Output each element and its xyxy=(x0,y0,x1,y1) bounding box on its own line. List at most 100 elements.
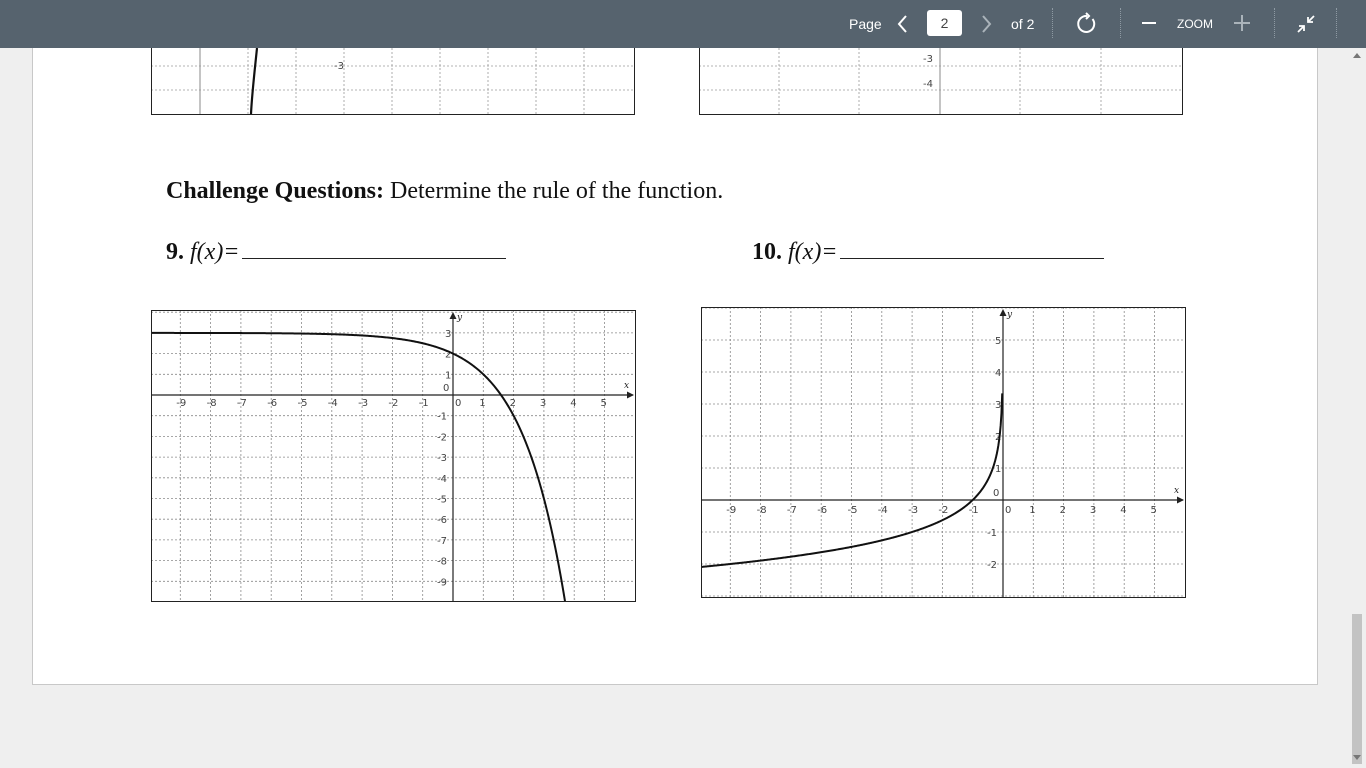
refresh-icon[interactable] xyxy=(1075,12,1099,41)
scroll-thumb[interactable] xyxy=(1352,614,1362,764)
y-tick-label: -8 xyxy=(437,557,447,568)
x-tick-label: 3 xyxy=(1090,505,1096,516)
scroll-down-icon[interactable] xyxy=(1353,755,1361,760)
question-10: 10. f(x)= xyxy=(752,236,1104,266)
y-tick-label: -3 xyxy=(334,61,344,72)
y-tick-label: 4 xyxy=(995,368,1001,379)
x-tick-label: 3 xyxy=(540,398,546,409)
y-tick-label: 3 xyxy=(445,329,451,340)
x-axis-arrow-icon xyxy=(627,391,634,399)
y-tick-label: -5 xyxy=(437,495,447,506)
x-tick-label: -4 xyxy=(328,398,338,409)
y-axis-label: y xyxy=(456,313,463,323)
y-tick-label: -9 xyxy=(437,577,447,588)
y-tick-label: 0 xyxy=(443,383,449,394)
x-tick-label: -1 xyxy=(969,505,979,516)
y-tick-label: 0 xyxy=(993,488,999,499)
heading-bold: Challenge Questions: xyxy=(166,178,385,204)
answer-blank xyxy=(241,236,506,259)
function-label: f(x)= xyxy=(190,239,240,265)
x-tick-label: 4 xyxy=(570,398,576,409)
page-count: of 2 xyxy=(1011,16,1035,32)
graph-question-9: xy-9 -8 -7 -6 -5 -4 -3 -2 -1 0 1 2 3 4 53210-1-2-3-4-5… xyxy=(151,310,636,602)
chevron-left-icon[interactable] xyxy=(895,12,911,41)
x-tick-label: -8 xyxy=(207,398,217,409)
plot-border xyxy=(151,48,635,115)
plot-border xyxy=(699,48,1183,115)
zoom-label: ZOOM xyxy=(1177,17,1213,31)
x-tick-label: -3 xyxy=(908,505,918,516)
y-tick-label: 1 xyxy=(995,464,1001,475)
x-tick-label: -1 xyxy=(419,398,429,409)
x-tick-label: 1 xyxy=(1029,505,1035,516)
challenge-heading: Challenge Questions: Determine the rule … xyxy=(166,178,723,205)
question-number: 10. xyxy=(752,239,782,265)
x-axis-label: x xyxy=(1174,486,1179,496)
x-tick-label: 2 xyxy=(1060,505,1066,516)
question-9: 9. f(x)= xyxy=(166,236,506,266)
divider xyxy=(1120,8,1121,38)
vertical-scrollbar[interactable] xyxy=(1348,48,1366,768)
y-axis-arrow-icon xyxy=(999,309,1007,316)
x-tick-label: -6 xyxy=(817,505,827,516)
divider xyxy=(1274,8,1275,38)
x-tick-label: -5 xyxy=(848,505,858,516)
page-label: Page xyxy=(849,16,882,32)
pdf-toolbar: Page of 2 ZOOM xyxy=(0,0,1366,48)
x-tick-label: 2 xyxy=(510,398,516,409)
x-tick-label: -9 xyxy=(726,505,736,516)
x-tick-label: -3 xyxy=(358,398,368,409)
x-tick-label: -5 xyxy=(298,398,308,409)
curve xyxy=(249,48,259,115)
y-tick-label: -4 xyxy=(923,79,933,90)
x-tick-label: -8 xyxy=(757,505,767,516)
y-tick-label: -7 xyxy=(437,536,447,547)
x-tick-label: 1 xyxy=(479,398,485,409)
function-curve xyxy=(151,331,567,602)
minus-icon[interactable] xyxy=(1142,22,1156,24)
y-tick-label: -1 xyxy=(437,412,447,423)
x-tick-label: -7 xyxy=(237,398,247,409)
heading-text: Determine the rule of the function. xyxy=(384,178,724,204)
x-axis-label: x xyxy=(624,381,629,391)
x-tick-label: 4 xyxy=(1120,505,1126,516)
function-label: f(x)= xyxy=(788,239,838,265)
scroll-up-icon[interactable] xyxy=(1353,53,1361,58)
y-tick-label: -4 xyxy=(437,474,447,485)
y-tick-label: 5 xyxy=(995,336,1001,347)
plot-border xyxy=(701,307,1186,598)
graph-top-right: -3 -4 xyxy=(699,48,1183,115)
x-axis-arrow-icon xyxy=(1177,496,1184,504)
x-tick-label: -9 xyxy=(176,398,186,409)
chevron-right-icon[interactable] xyxy=(979,12,995,41)
x-tick-label: -7 xyxy=(787,505,797,516)
graph-top-left: -3 xyxy=(151,48,635,115)
y-axis-label: y xyxy=(1006,310,1013,320)
plus-icon[interactable] xyxy=(1233,14,1251,37)
y-tick-label: 3 xyxy=(995,400,1001,411)
question-number: 9. xyxy=(166,239,184,265)
answer-blank xyxy=(839,236,1104,259)
y-tick-label: -1 xyxy=(987,528,997,539)
y-tick-label: -2 xyxy=(437,432,447,443)
plot-border xyxy=(151,310,636,602)
x-tick-label: -6 xyxy=(267,398,277,409)
y-tick-label: -6 xyxy=(437,515,447,526)
page-number-input[interactable] xyxy=(927,10,962,36)
collapse-icon[interactable] xyxy=(1295,13,1317,40)
x-tick-label: -4 xyxy=(878,505,888,516)
y-tick-label: -2 xyxy=(987,560,997,571)
x-tick-label: -2 xyxy=(938,505,948,516)
x-tick-label: 0 xyxy=(455,398,461,409)
graph-question-10: xy-9 -8 -7 -6 -5 -4 -3 -2 -1 0 1 2 3 4 5543210-1-2 xyxy=(701,307,1186,598)
divider xyxy=(1052,8,1053,38)
y-tick-label: 1 xyxy=(445,370,451,381)
x-tick-label: 5 xyxy=(1151,505,1157,516)
divider xyxy=(1336,8,1337,38)
y-tick-label: -3 xyxy=(437,453,447,464)
x-tick-label: 5 xyxy=(601,398,607,409)
x-tick-label: -2 xyxy=(388,398,398,409)
x-tick-label: 0 xyxy=(1005,505,1011,516)
y-axis-arrow-icon xyxy=(449,312,457,319)
y-tick-label: -3 xyxy=(923,54,933,65)
